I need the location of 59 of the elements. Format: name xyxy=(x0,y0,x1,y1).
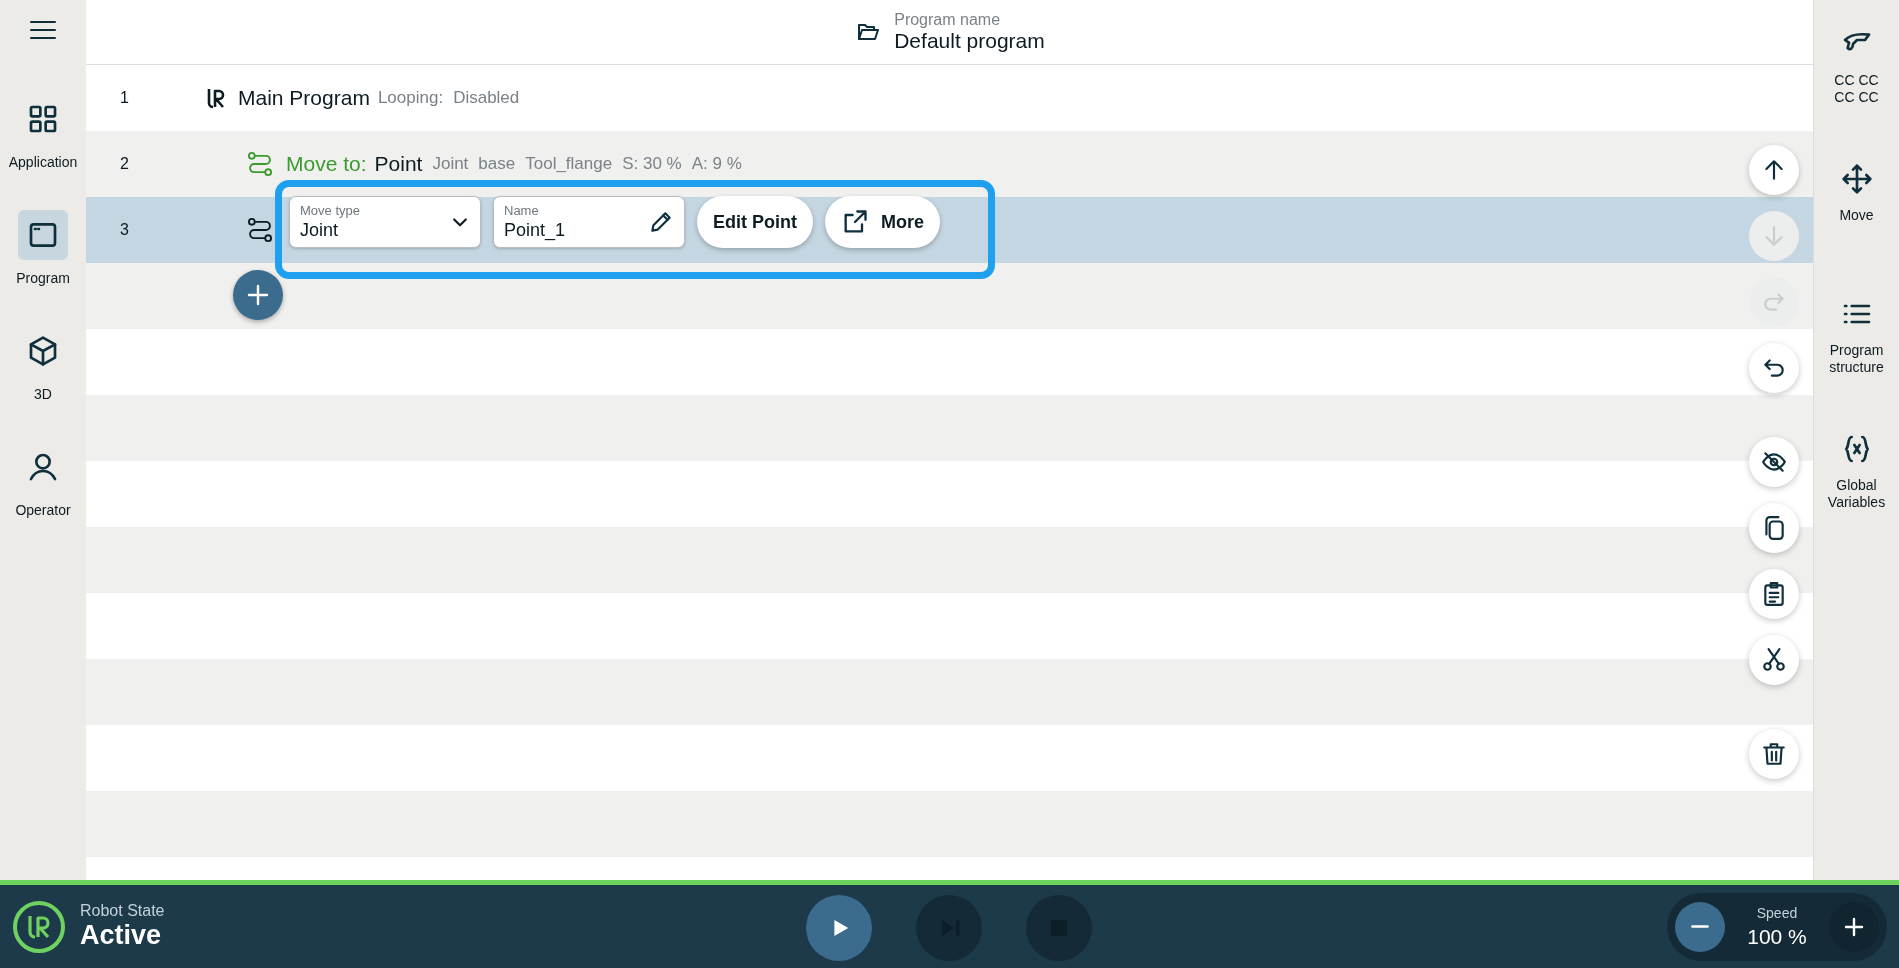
add-button[interactable] xyxy=(233,270,283,320)
row-detail: base xyxy=(478,154,516,174)
speed-label: Speed xyxy=(1756,904,1798,921)
nav-item[interactable]: 3D xyxy=(0,326,86,442)
line-number: 2 xyxy=(119,155,130,173)
row-detail: A: 9 % xyxy=(691,154,742,174)
side-panel-item[interactable]: Move xyxy=(1814,163,1899,298)
row-detail: Joint xyxy=(432,154,469,174)
name-field[interactable]: Name Point_1 xyxy=(493,196,685,248)
robot-state-label: Robot State xyxy=(80,902,165,920)
program-name-label: Program name xyxy=(894,11,1002,29)
nav-item[interactable]: Operator xyxy=(0,442,86,558)
increase-button[interactable] xyxy=(1829,901,1879,952)
row-detail: S: 30 % xyxy=(622,154,682,174)
path-icon xyxy=(246,216,274,244)
row-detail: Tool_flange xyxy=(525,154,613,174)
action-button[interactable] xyxy=(1749,569,1799,619)
row-name: Point xyxy=(374,152,423,176)
robot-state: Active xyxy=(80,920,163,951)
logo-icon xyxy=(12,899,66,954)
cube-icon xyxy=(27,335,59,367)
action-button[interactable] xyxy=(1749,729,1799,779)
side-panel-item[interactable]: Program structure xyxy=(1814,298,1899,433)
minus-icon xyxy=(1691,925,1709,928)
eye-slash-icon xyxy=(1761,449,1787,475)
action-button[interactable] xyxy=(1749,343,1799,393)
action-button[interactable] xyxy=(1749,635,1799,685)
row-title: Move to: xyxy=(286,152,367,176)
move-arrows-icon xyxy=(1840,163,1873,195)
trash-icon xyxy=(1761,741,1787,767)
scissors-icon xyxy=(1761,647,1787,673)
side-panel-item[interactable]: Global Variables xyxy=(1814,433,1899,568)
dropdown-field[interactable]: Move type Joint xyxy=(289,196,481,248)
decrease-button[interactable] xyxy=(1675,901,1725,952)
nav-item[interactable]: Program xyxy=(0,210,86,326)
more-button[interactable]: More xyxy=(825,196,940,248)
program-name: Default program xyxy=(894,29,1045,53)
row-detail: Disabled xyxy=(453,88,520,108)
action-button[interactable] xyxy=(1749,437,1799,487)
action-button[interactable] xyxy=(1749,503,1799,553)
program-row[interactable]: 2 Move to: Point Joint base Tool_flange S: 30 % A: 9 % xyxy=(86,131,1813,197)
nav-item[interactable]: Application xyxy=(0,94,86,210)
action-button[interactable] xyxy=(1749,145,1799,195)
logo-icon xyxy=(206,87,226,109)
row-detail: Looping: xyxy=(377,88,444,108)
pencil-icon xyxy=(648,209,674,235)
speed-value: 100 % xyxy=(1747,924,1807,949)
line-number: 3 xyxy=(119,221,130,239)
clipboard-icon xyxy=(1761,581,1787,607)
plus-icon xyxy=(246,283,270,307)
person-icon xyxy=(27,451,59,483)
grid-icon xyxy=(27,103,59,135)
edit-point-button[interactable]: Edit Point xyxy=(697,196,813,248)
side-panel-item[interactable]: CC CC CC CC xyxy=(1814,28,1899,163)
program-row[interactable]: 1 Main Program Looping: Disabled xyxy=(86,65,1813,131)
path-icon xyxy=(246,150,274,178)
row-title: Main Program xyxy=(238,86,370,110)
menu-icon xyxy=(29,19,57,41)
line-number: 1 xyxy=(119,89,130,107)
